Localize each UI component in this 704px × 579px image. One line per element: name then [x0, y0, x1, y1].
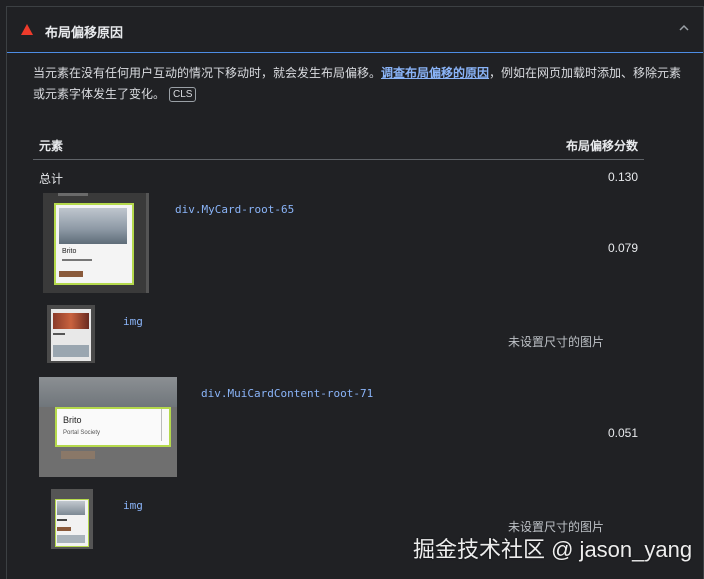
cls-metric-badge: CLS [169, 87, 197, 102]
element-thumbnail[interactable] [47, 305, 95, 363]
column-header-element: 元素 [39, 139, 64, 153]
thumb-subtitle: Portal Society [63, 430, 101, 436]
row-score: 0.079 [607, 241, 638, 255]
chevron-up-icon[interactable] [677, 21, 691, 35]
total-value: 0.130 [607, 170, 638, 184]
node-label[interactable]: div.MyCard-root-65 [175, 203, 294, 216]
column-header-score: 布局偏移分数 [565, 139, 638, 153]
total-label: 总计 [39, 172, 64, 186]
layout-shift-audit-panel: 布局偏移原因 当元素在没有任何用户互动的情况下移动时，就会发生布局偏移。调查布局… [6, 6, 704, 579]
node-label[interactable]: img [123, 499, 143, 512]
warning-triangle-icon [21, 24, 33, 35]
shift-reason: 未设置尺寸的图片 [508, 335, 605, 349]
element-thumbnail[interactable]: Brito [43, 193, 149, 293]
watermark-text: 掘金技术社区 @ jason_yang [413, 537, 693, 562]
audit-header[interactable]: 布局偏移原因 [7, 7, 703, 53]
audit-description: 当元素在没有任何用户互动的情况下移动时，就会发生布局偏移。调查布局偏移的原因，例… [33, 63, 693, 105]
description-prefix: 当元素在没有任何用户互动的情况下移动时，就会发生布局偏移。 [33, 66, 382, 80]
row-score: 0.051 [607, 426, 638, 440]
node-label[interactable]: img [123, 315, 143, 328]
header-divider [33, 159, 644, 160]
thumb-title: Brito [62, 248, 77, 255]
audit-title: 布局偏移原因 [45, 25, 124, 40]
element-thumbnail[interactable]: Brito Portal Society [39, 377, 177, 477]
element-thumbnail[interactable] [51, 489, 93, 549]
learn-more-link[interactable]: 调查布局偏移的原因 [381, 66, 489, 80]
node-label[interactable]: div.MuiCardContent-root-71 [201, 387, 373, 400]
thumb-title: Brito [63, 415, 82, 425]
